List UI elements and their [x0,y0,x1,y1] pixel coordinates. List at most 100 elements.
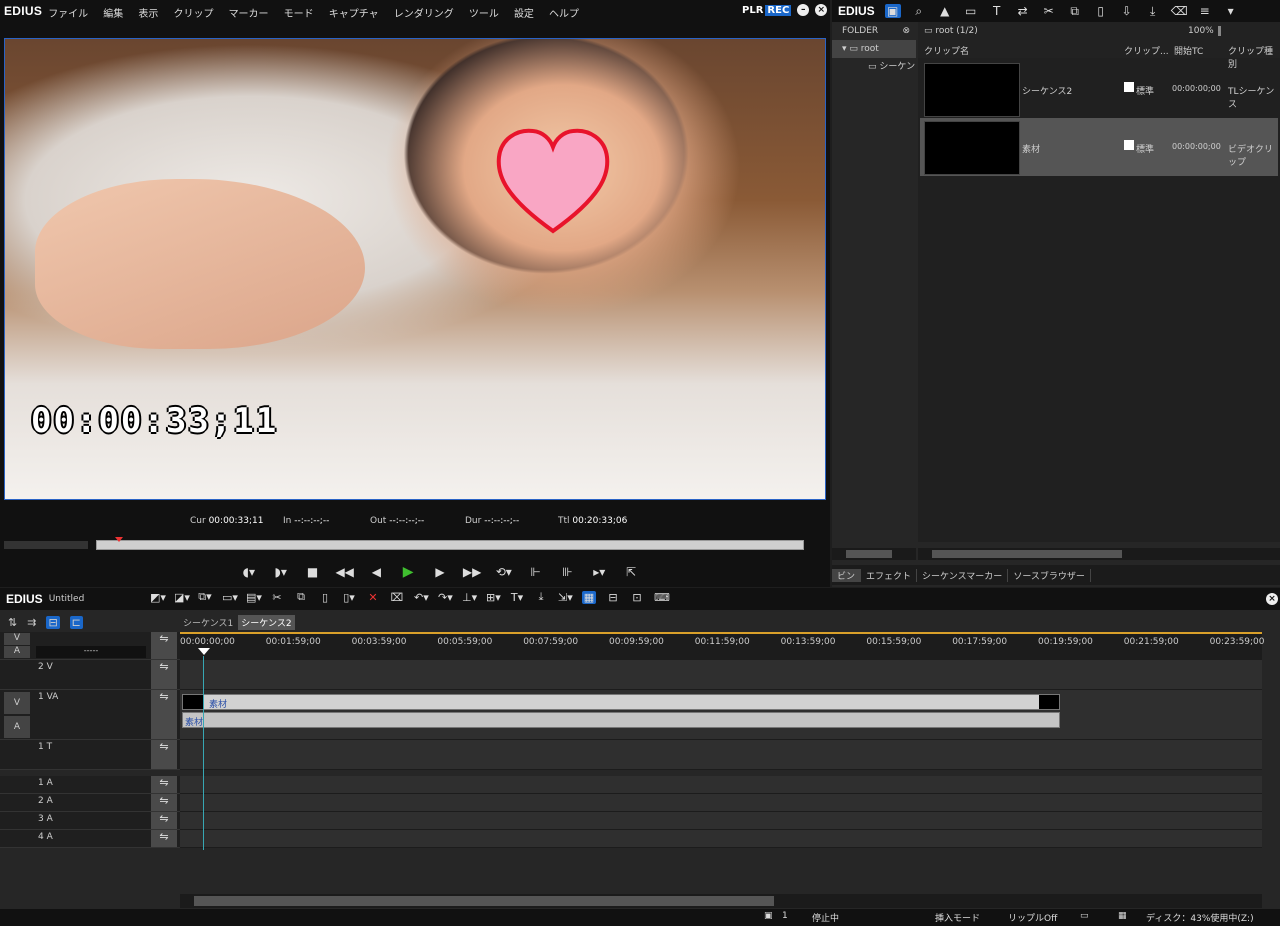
track-swap-icon[interactable]: ⇋ [151,794,177,811]
tab-source-browser[interactable]: ソースブラウザー [1008,568,1091,582]
timeline-ruler[interactable]: 00:00:00;00 00:01:59;00 00:03:59;00 00:05:5… [180,632,1265,660]
track-swap-icon[interactable]: ⇋ [151,812,177,829]
set-in-icon[interactable]: ◖▾ [240,565,258,579]
paste-mode-icon[interactable]: ▯▾ [342,591,356,604]
track-swap-icon[interactable]: ⇋ [151,660,177,689]
track-1a[interactable] [180,776,1262,794]
open-project-icon[interactable]: ▭▾ [222,591,238,604]
replace-icon[interactable]: ⇄ [1015,4,1031,18]
menu-settings[interactable]: 設定 [514,9,534,20]
multi-cam-icon[interactable]: ⧉▾ [198,590,212,604]
menu-edit[interactable]: 編集 [103,9,123,20]
title-icon[interactable]: T▾ [510,591,524,604]
new-sequence-icon[interactable]: ◩▾ [150,591,166,604]
set-out-icon[interactable]: ◗▾ [272,565,290,579]
timeline-view-icon[interactable]: ▦ [582,590,596,604]
paste-icon[interactable]: ▯ [318,591,332,604]
status-ripple[interactable]: リップルOff [1008,911,1057,924]
folder-item-sequence[interactable]: ▭ シーケン [832,58,916,76]
search-icon[interactable]: ⌕ [911,4,927,19]
menu-capture[interactable]: キャプチャ [329,9,379,20]
monitor-icon[interactable]: ▭ [1080,911,1089,921]
menu-render[interactable]: レンダリング [394,9,454,20]
audio-record-icon[interactable]: ⤓ [534,590,548,604]
cut-icon[interactable]: ✂ [270,591,284,604]
redo-icon[interactable]: ↷▾ [438,591,453,604]
menu-tools[interactable]: ツール [469,9,499,20]
col-start-tc[interactable]: 開始TC [1174,44,1203,57]
undo-icon[interactable]: ↶▾ [414,591,429,604]
add-to-timeline-icon[interactable]: ⤓ [1145,4,1161,19]
prev-frame-icon[interactable]: ◀ [367,565,385,579]
track-swap-icon[interactable]: ⇋ [151,690,177,739]
chevron-down-icon[interactable]: ▾ [1223,4,1239,18]
export-icon[interactable]: ⇱ [622,565,640,579]
copy-icon[interactable]: ⧉ [1067,4,1083,19]
va-v-patch[interactable]: V [4,692,30,714]
position-bar[interactable] [96,537,804,550]
cursor-head-icon[interactable] [198,648,210,655]
title-icon[interactable]: T [989,4,1005,18]
va-a-patch[interactable]: A [4,716,30,738]
open-folder-icon[interactable]: ▭ [963,4,979,18]
layout-icon[interactable]: ◪▾ [174,591,190,604]
keyboard-icon[interactable]: ⌨ [654,591,670,604]
snap-icon[interactable]: ⊏ [69,616,83,629]
tab-sequence-marker[interactable]: シーケンスマーカー [917,568,1009,582]
clip-row-selected[interactable]: 素材 標準 00:00:00;00 ビデオクリップ [920,118,1278,176]
copy-icon[interactable]: ⧉ [294,590,308,604]
marker-icon[interactable]: ▸▾ [590,565,608,579]
track-1va[interactable]: 素材 素材 [180,690,1262,740]
folder-item-root[interactable]: ▾ ▭ root [832,40,916,58]
save-icon[interactable]: ▤▾ [246,591,262,604]
export-icon[interactable]: ⇲▾ [558,591,573,604]
track-swap-icon[interactable]: ⇋ [151,632,177,659]
col-clip-mark[interactable]: クリップ... [1124,44,1169,57]
rewind-icon[interactable]: ◀◀ [335,565,353,579]
track-swap-icon[interactable]: ⇋ [151,740,177,769]
trim-icon[interactable]: ⊞▾ [486,591,501,604]
grid-icon[interactable]: ⊡ [630,591,644,604]
menu-view[interactable]: 表示 [138,9,158,20]
sync-lock-icon[interactable]: ⇅ [8,616,17,629]
track-swap-icon[interactable]: ⇋ [151,776,177,793]
patch-dropdown[interactable]: ----- [36,646,146,658]
timeline-hscroll-thumb[interactable] [194,896,774,906]
clip-hscroll[interactable] [918,548,1280,560]
clip-checkbox[interactable] [1124,140,1134,150]
send-to-player-icon[interactable]: ⇩ [1119,4,1135,18]
menu-clip[interactable]: クリップ [173,9,213,20]
folder-close-icon[interactable]: ⊗ [902,26,910,36]
menu-mode[interactable]: モード [284,9,314,20]
loop-icon[interactable]: ⟲▾ [495,565,513,579]
paste-icon[interactable]: ▯ [1093,4,1109,18]
clip-row[interactable]: シーケンス2 標準 00:00:00;00 TLシーケンス [920,60,1278,118]
clip-mode-icon[interactable]: ⊟ [606,591,620,604]
tab-bin[interactable]: ビン [832,568,862,582]
add-cut-icon[interactable]: ⊥▾ [462,591,477,604]
view-list-icon[interactable]: ≡ [1197,4,1213,18]
folder-hscroll-thumb[interactable] [846,550,892,558]
up-folder-icon[interactable]: ▲ [937,4,953,18]
insert-icon[interactable]: ⊩ [527,565,545,579]
delete-icon[interactable]: ✕ [366,591,380,604]
clip-hscroll-thumb[interactable] [932,550,1122,558]
rec-button[interactable]: REC [765,4,792,16]
link-icon[interactable]: ⊟ [46,616,60,629]
shuttle-slider[interactable] [4,541,88,549]
plr-button[interactable]: PLR [742,5,763,16]
patch-v[interactable]: V [4,633,30,645]
tab-sequence-2[interactable]: シーケンス2 [238,615,295,630]
expand-icon[interactable]: ▾ ▭ [842,44,861,54]
stop-icon[interactable]: ■ [304,565,322,579]
ripple-delete-icon[interactable]: ⌧ [390,591,404,604]
fast-forward-icon[interactable]: ▶▶ [463,565,481,579]
cut-icon[interactable]: ✂ [1041,4,1057,18]
track-2a[interactable] [180,794,1262,812]
timeline-cursor[interactable] [203,656,204,850]
track-2v[interactable] [180,660,1262,690]
timeline-close-icon[interactable]: × [1266,593,1278,605]
track-1t[interactable] [180,740,1262,770]
zoom-slider[interactable] [1218,26,1221,36]
tab-sequence-1[interactable]: シーケンス1 [180,615,236,630]
